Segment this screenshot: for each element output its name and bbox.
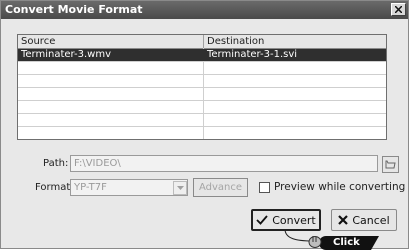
table-row-empty: [18, 88, 386, 101]
list-header: Source Destination: [18, 35, 386, 49]
convert-movie-format-dialog: Convert Movie Format Source Destination …: [0, 0, 409, 250]
preview-label: Preview while converting: [274, 181, 406, 193]
path-field[interactable]: F:\VIDEO\: [70, 155, 378, 172]
column-header-source[interactable]: Source: [18, 35, 204, 48]
table-row[interactable]: Terminater-3.wmv Terminater-3-1.svi: [18, 49, 386, 62]
window-title: Convert Movie Format: [5, 3, 143, 16]
preview-checkbox[interactable]: [259, 182, 270, 193]
folder-browse-icon: [385, 160, 396, 169]
x-icon: [338, 215, 349, 225]
close-icon: [395, 6, 402, 13]
cancel-label: Cancel: [352, 213, 390, 227]
destination-cell: Terminater-3-1.svi: [207, 49, 298, 60]
table-row-empty: [18, 75, 386, 88]
title-bar[interactable]: Convert Movie Format: [1, 1, 408, 19]
source-cell: Terminater-3.wmv: [21, 49, 112, 60]
browse-button[interactable]: [382, 156, 399, 173]
close-button[interactable]: [391, 3, 406, 16]
chevron-down-icon: [176, 186, 184, 190]
convert-button[interactable]: Convert: [251, 209, 321, 231]
checkmark-icon: [256, 215, 268, 225]
format-label: Format:: [35, 182, 74, 193]
file-list[interactable]: Source Destination Terminater-3.wmv Term…: [17, 34, 387, 140]
format-select[interactable]: YP-T7F: [70, 179, 188, 196]
table-row-empty: [18, 62, 386, 75]
cancel-button[interactable]: Cancel: [331, 209, 397, 231]
table-row-empty: [18, 127, 386, 139]
path-label: Path:: [43, 158, 69, 169]
convert-label: Convert: [272, 213, 316, 227]
hand-cursor-icon: [308, 236, 322, 248]
column-header-destination[interactable]: Destination: [204, 35, 386, 48]
table-row-empty: [18, 114, 386, 127]
format-dropdown-button[interactable]: [173, 181, 187, 195]
click-callout: Click: [319, 236, 379, 250]
advance-button[interactable]: Advance: [193, 178, 248, 197]
table-row-empty: [18, 101, 386, 114]
